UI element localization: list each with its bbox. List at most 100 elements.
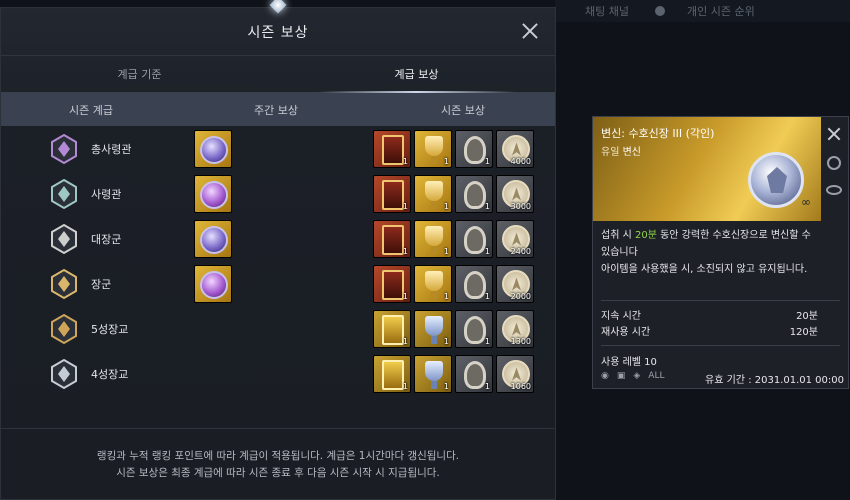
horn-icon xyxy=(464,315,486,344)
reward-slot[interactable]: 1 xyxy=(414,219,452,258)
weekly-reward-slot[interactable] xyxy=(194,219,232,258)
reward-slot[interactable]: 1 xyxy=(414,354,452,393)
stat-label: 재사용 시간 xyxy=(601,327,651,338)
season-reward-slots: 1 1 1 1060 xyxy=(373,354,534,393)
table-row[interactable]: 총사령관 1 1 1 4000 xyxy=(1,126,555,171)
item-grade: 유일 변신 xyxy=(601,143,641,158)
reward-slot[interactable]: 1 xyxy=(414,309,452,348)
reward-slot[interactable]: 1 xyxy=(373,264,411,303)
reward-slot[interactable]: 1 xyxy=(455,309,493,348)
reward-slot[interactable]: 1 xyxy=(455,264,493,303)
table-row[interactable]: 4성장교 1 1 1 1060 xyxy=(1,351,555,396)
weekly-reward-slot[interactable] xyxy=(194,129,232,168)
share-icon[interactable] xyxy=(827,156,841,170)
reward-count: 1 xyxy=(484,246,490,256)
footer-note: 랭킹과 누적 랭킹 포인트에 따라 계급이 적용됩니다. 계급은 1시간마다 갱… xyxy=(1,448,555,482)
rank-name: 총사령관 xyxy=(91,142,132,156)
use-level: 사용 레벨 10 xyxy=(601,357,657,368)
flag-icon: ◈ xyxy=(633,371,641,381)
chat-channel-label[interactable]: 채팅 채널 xyxy=(585,3,629,19)
item-banner: 변신: 수호신장 III (각인) 유일 변신 ∞ xyxy=(593,117,821,221)
reward-slot[interactable]: 1 xyxy=(373,219,411,258)
reward-slot[interactable]: 1 xyxy=(373,129,411,168)
weekly-reward-slot[interactable] xyxy=(194,264,232,303)
reward-count: 1 xyxy=(443,156,449,166)
rank-name: 5성장교 xyxy=(91,322,129,336)
tab-rank-criteria[interactable]: 계급 기준 xyxy=(1,56,278,92)
trophy-icon xyxy=(425,315,443,344)
close-icon[interactable] xyxy=(827,127,841,141)
card-icon xyxy=(382,224,404,255)
reward-count: 1 xyxy=(443,291,449,301)
orb-icon xyxy=(200,180,228,209)
reward-slot[interactable]: 1 xyxy=(414,264,452,303)
horn-icon xyxy=(464,225,486,254)
rank-emblem-icon xyxy=(51,358,77,389)
reward-count: 1 xyxy=(402,336,408,346)
reward-slot[interactable]: 1 xyxy=(455,174,493,213)
item-description: 섭취 시 20분 동안 강력한 수호신장으로 변신할 수 있습니다 아이템을 사… xyxy=(601,227,816,278)
column-header-weekly: 주간 보상 xyxy=(254,103,298,117)
card-icon xyxy=(382,359,404,390)
rank-emblem-icon xyxy=(51,178,77,209)
table-row[interactable]: 5성장교 1 1 1 1300 xyxy=(1,306,555,351)
separator xyxy=(601,345,840,346)
rank-name: 사령관 xyxy=(91,187,122,201)
preview-icon[interactable] xyxy=(826,185,842,195)
reward-count: 1 xyxy=(443,336,449,346)
rank-emblem-icon xyxy=(51,133,77,164)
desc-text: 섭취 시 xyxy=(601,230,635,241)
reward-slot[interactable]: 1 xyxy=(455,219,493,258)
reward-slot[interactable]: 2400 xyxy=(496,219,534,258)
reward-count: 2400 xyxy=(510,246,531,256)
reward-slot[interactable]: 1 xyxy=(373,354,411,393)
reward-count: 1 xyxy=(402,246,408,256)
rank-name: 대장군 xyxy=(91,232,122,246)
reward-slot[interactable]: 1 xyxy=(414,129,452,168)
rank-name: 4성장교 xyxy=(91,367,129,381)
diamond-icon xyxy=(269,0,287,14)
flag-icon: ◉ xyxy=(601,371,609,381)
tab-rank-rewards[interactable]: 계급 보상 xyxy=(278,56,555,93)
transform-stone-icon xyxy=(748,152,804,208)
close-button[interactable] xyxy=(519,20,541,42)
table-row[interactable]: 대장군 1 1 1 2400 xyxy=(1,216,555,261)
reward-count: 1 xyxy=(443,201,449,211)
table-row[interactable]: 장군 1 1 1 2000 xyxy=(1,261,555,306)
reward-slot[interactable]: 1 xyxy=(414,174,452,213)
item-tooltip: 변신: 수호신장 III (각인) 유일 변신 ∞ 섭취 시 20분 동안 강력… xyxy=(592,116,849,389)
reward-slot[interactable]: 2000 xyxy=(496,264,534,303)
reward-slot[interactable]: 3000 xyxy=(496,174,534,213)
trophy-icon xyxy=(425,135,443,164)
gear-icon[interactable] xyxy=(654,6,665,16)
reward-slot[interactable]: 1 xyxy=(373,309,411,348)
flag-icon: ▣ xyxy=(616,371,626,381)
item-title: 변신: 수호신장 III (각인) xyxy=(601,127,715,140)
column-headers: 시즌 계급 주간 보상 시즌 보상 xyxy=(1,93,555,126)
trophy-icon xyxy=(425,360,443,389)
panel-header: 시즌 보상 xyxy=(1,0,555,56)
grade-label: 유일 xyxy=(601,147,620,158)
reward-count: 1 xyxy=(484,381,490,391)
reward-slot[interactable]: 1 xyxy=(373,174,411,213)
trophy-icon xyxy=(425,225,443,254)
reward-count: 1 xyxy=(402,201,408,211)
season-reward-slots: 1 1 1 2000 xyxy=(373,264,534,303)
rank-emblem-icon xyxy=(51,313,77,344)
reward-slot[interactable]: 1 xyxy=(455,354,493,393)
horn-icon xyxy=(464,135,486,164)
reward-slot[interactable]: 1 xyxy=(455,129,493,168)
personal-rank-label[interactable]: 개인 시즌 순위 xyxy=(687,3,755,19)
reward-list[interactable]: 총사령관 1 1 1 4000 사령관 1 1 1 3000 대장군 1 1 1 2400 장군 1 1 1 2000… xyxy=(1,126,555,416)
reward-slot[interactable]: 1300 xyxy=(496,309,534,348)
footer-line: 랭킹과 누적 랭킹 포인트에 따라 계급이 적용됩니다. 계급은 1시간마다 갱… xyxy=(96,450,460,462)
stat-cooldown: 재사용 시간 120분 xyxy=(601,323,818,338)
horn-icon xyxy=(464,360,486,389)
column-header-season: 시즌 보상 xyxy=(441,103,485,117)
reward-slot[interactable]: 1060 xyxy=(496,354,534,393)
reward-slot[interactable]: 4000 xyxy=(496,129,534,168)
weekly-reward-slot[interactable] xyxy=(194,174,232,213)
divider xyxy=(1,428,555,429)
table-row[interactable]: 사령관 1 1 1 3000 xyxy=(1,171,555,216)
separator xyxy=(601,300,840,301)
